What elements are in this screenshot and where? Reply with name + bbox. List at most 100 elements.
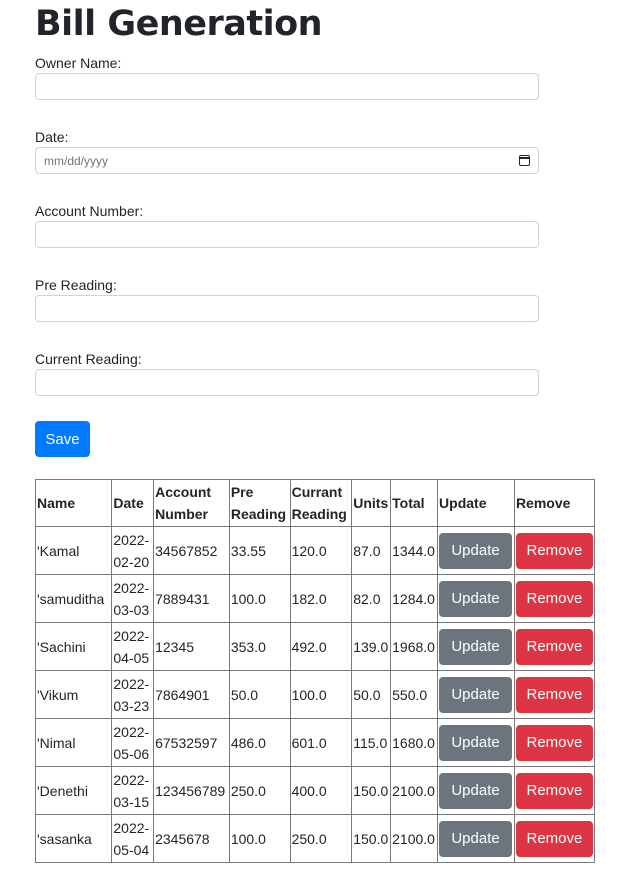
account-number-label: Account Number: [35, 203, 144, 219]
cell-remove: Remove [513, 526, 596, 575]
cell-date: 2022-02-20 [111, 526, 155, 575]
update-button[interactable]: Update [439, 628, 513, 665]
table-header-row: Name Date Account Number Pre Reading Cur… [34, 479, 596, 527]
cell-update: Update [437, 526, 515, 575]
cell-remove: Remove [513, 622, 596, 671]
cell-current-reading: 492.0 [289, 622, 353, 671]
cell-account-number: 12345 [153, 622, 230, 671]
cell-units: 115.0 [351, 718, 392, 767]
cell-current-reading: 400.0 [289, 766, 353, 815]
cell-pre-reading: 250.0 [228, 766, 291, 815]
cell-update: Update [437, 574, 515, 623]
header-pre-reading: Pre Reading [228, 479, 291, 527]
cell-current-reading: 120.0 [289, 526, 353, 575]
cell-total: 1344.0 [390, 526, 439, 575]
calendar-icon[interactable] [519, 155, 530, 166]
cell-name: 'Denethi [34, 766, 113, 815]
cell-total: 2100.0 [390, 814, 439, 863]
table-row: 'samuditha 2022-03-03 7889431 100.0 182.… [34, 574, 596, 623]
cell-current-reading: 601.0 [289, 718, 353, 767]
cell-update: Update [437, 718, 515, 767]
cell-units: 150.0 [351, 766, 392, 815]
cell-name: 'sasanka [34, 814, 113, 863]
cell-units: 87.0 [351, 526, 392, 575]
remove-button[interactable]: Remove [515, 772, 593, 809]
table-row: 'Vikum 2022-03-23 7864901 50.0 100.0 50.… [34, 670, 596, 719]
cell-pre-reading: 33.55 [228, 526, 291, 575]
remove-button[interactable]: Remove [515, 820, 593, 857]
cell-remove: Remove [513, 718, 596, 767]
update-button[interactable]: Update [439, 676, 513, 713]
table-row: 'Kamal 2022-02-20 34567852 33.55 120.0 8… [34, 526, 596, 575]
cell-update: Update [437, 670, 515, 719]
cell-pre-reading: 486.0 [228, 718, 291, 767]
pre-reading-input[interactable] [35, 295, 539, 322]
cell-current-reading: 100.0 [289, 670, 353, 719]
date-placeholder: mm/dd/yyyy [44, 153, 109, 168]
update-button[interactable]: Update [439, 532, 513, 569]
pre-reading-label: Pre Reading: [35, 277, 117, 293]
cell-pre-reading: 100.0 [228, 574, 291, 623]
cell-pre-reading: 100.0 [228, 814, 291, 863]
current-reading-label: Current Reading: [35, 351, 142, 367]
cell-date: 2022-04-05 [111, 622, 155, 671]
table-row: 'Denethi 2022-03-15 123456789 250.0 400.… [34, 766, 596, 815]
remove-button[interactable]: Remove [515, 724, 593, 761]
table-row: 'sasanka 2022-05-04 2345678 100.0 250.0 … [34, 814, 596, 863]
owner-name-input[interactable] [35, 73, 539, 100]
cell-remove: Remove [513, 766, 596, 815]
current-reading-input[interactable] [35, 369, 539, 396]
cell-total: 1968.0 [390, 622, 439, 671]
header-remove: Remove [513, 479, 596, 527]
date-input[interactable]: mm/dd/yyyy [35, 147, 539, 174]
cell-name: 'Vikum [34, 670, 113, 719]
cell-account-number: 67532597 [153, 718, 230, 767]
owner-name-label: Owner Name: [35, 55, 122, 71]
header-account-number: Account Number [153, 479, 230, 527]
cell-total: 1680.0 [390, 718, 439, 767]
cell-units: 82.0 [351, 574, 392, 623]
cell-name: 'Sachini [34, 622, 113, 671]
update-button[interactable]: Update [439, 772, 513, 809]
cell-remove: Remove [513, 670, 596, 719]
cell-date: 2022-03-15 [111, 766, 155, 815]
cell-name: 'Kamal [34, 526, 113, 575]
table-row: 'Sachini 2022-04-05 12345 353.0 492.0 13… [34, 622, 596, 671]
account-number-input[interactable] [35, 221, 539, 248]
cell-total: 1284.0 [390, 574, 439, 623]
date-label: Date: [35, 129, 69, 145]
remove-button[interactable]: Remove [515, 580, 593, 617]
cell-pre-reading: 50.0 [228, 670, 291, 719]
cell-date: 2022-03-03 [111, 574, 155, 623]
cell-date: 2022-05-04 [111, 814, 155, 863]
cell-units: 150.0 [351, 814, 392, 863]
cell-name: 'samuditha [34, 574, 113, 623]
cell-units: 50.0 [351, 670, 392, 719]
header-units: Units [351, 479, 392, 527]
update-button[interactable]: Update [439, 820, 513, 857]
header-total: Total [390, 479, 439, 527]
cell-total: 550.0 [390, 670, 439, 719]
cell-account-number: 7864901 [153, 670, 230, 719]
table-row: 'Nimal 2022-05-06 67532597 486.0 601.0 1… [34, 718, 596, 767]
header-current-reading: Currant Reading [289, 479, 353, 527]
cell-account-number: 7889431 [153, 574, 230, 623]
remove-button[interactable]: Remove [515, 676, 593, 713]
cell-update: Update [437, 622, 515, 671]
remove-button[interactable]: Remove [515, 532, 593, 569]
cell-current-reading: 250.0 [289, 814, 353, 863]
cell-pre-reading: 353.0 [228, 622, 291, 671]
cell-remove: Remove [513, 574, 596, 623]
save-button[interactable]: Save [35, 421, 90, 457]
cell-update: Update [437, 766, 515, 815]
cell-total: 2100.0 [390, 766, 439, 815]
cell-name: 'Nimal [34, 718, 113, 767]
cell-date: 2022-03-23 [111, 670, 155, 719]
bills-table: Name Date Account Number Pre Reading Cur… [34, 479, 596, 863]
cell-remove: Remove [513, 814, 596, 863]
remove-button[interactable]: Remove [515, 628, 593, 665]
update-button[interactable]: Update [439, 724, 513, 761]
update-button[interactable]: Update [439, 580, 513, 617]
header-update: Update [437, 479, 515, 527]
cell-account-number: 34567852 [153, 526, 230, 575]
